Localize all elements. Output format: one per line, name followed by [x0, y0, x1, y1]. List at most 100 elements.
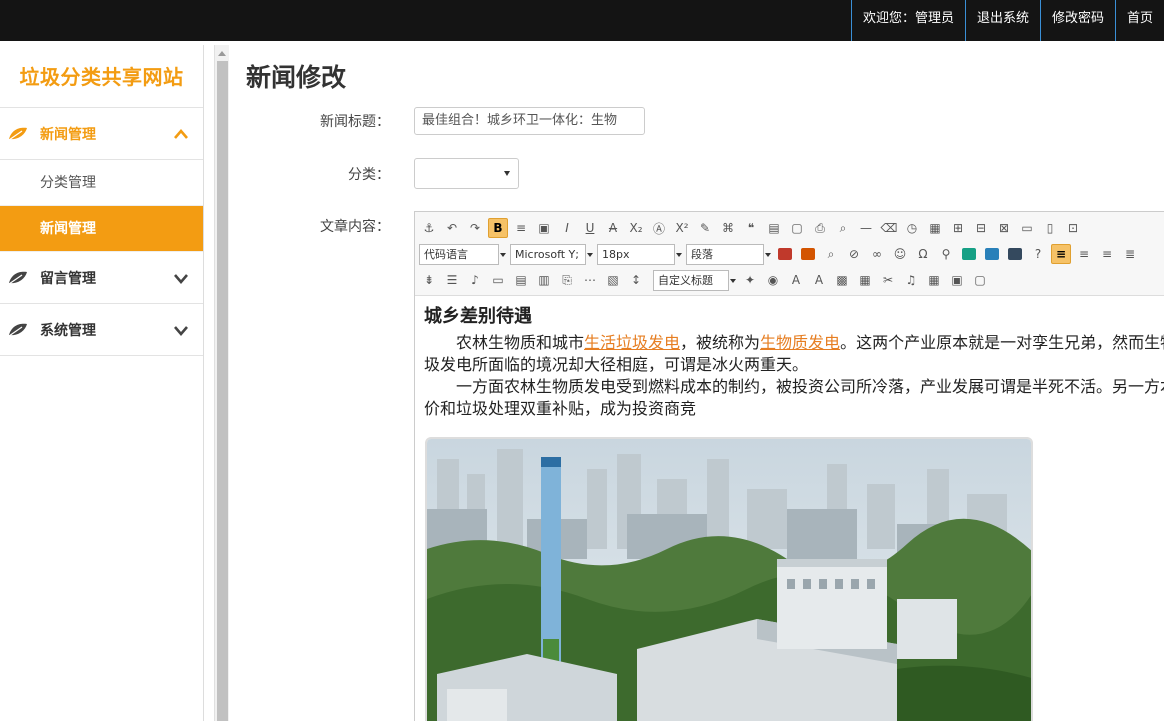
frame-scrollbar[interactable] [214, 45, 229, 721]
page-break-icon[interactable]: ⋯ [580, 270, 600, 290]
page-title: 新闻修改 [246, 63, 347, 92]
news-title-input[interactable]: 最佳组合！城乡环卫一体化：生物 [414, 107, 645, 135]
home-link[interactable]: 首页 [1114, 0, 1164, 41]
table-icon[interactable]: ⊞ [948, 218, 968, 238]
scrollbar-thumb[interactable] [217, 61, 228, 721]
align-center-icon[interactable]: ≡ [1074, 244, 1094, 264]
sidebar: 垃圾分类共享网站 新闻管理 分类管理 新闻管理 留言管理 系统管理 [0, 45, 204, 721]
frame-icon[interactable]: ▭ [488, 270, 508, 290]
font-increase-icon[interactable]: A [786, 270, 806, 290]
date-icon[interactable]: ▦ [925, 218, 945, 238]
article-image[interactable] [425, 437, 1033, 721]
word-image-icon[interactable]: ▧ [603, 270, 623, 290]
font-size-select[interactable]: 18px [597, 243, 682, 265]
align-left-icon[interactable]: ≡ [1051, 244, 1071, 264]
attachment-icon[interactable]: ⎘ [557, 270, 577, 290]
dropdown-arrow-icon [504, 171, 510, 176]
paragraph-select[interactable]: 段落 [686, 243, 771, 265]
print-icon[interactable]: ⎙ [810, 218, 830, 238]
template-icon[interactable]: ▤ [511, 270, 531, 290]
align-right-icon[interactable]: ≡ [1097, 244, 1117, 264]
paste-text-icon[interactable]: ▤ [764, 218, 784, 238]
preview-icon[interactable]: ⌕ [833, 218, 853, 238]
underline-icon[interactable]: U [580, 218, 600, 238]
editor-body[interactable]: 城乡差别待遇 农林生物质和城市生活垃圾发电，被统称为生物质发电。这两个产业原本就… [415, 296, 1164, 430]
sidebar-item-news[interactable]: 新闻管理 [0, 206, 203, 252]
link-icon[interactable]: ∞ [867, 244, 887, 264]
multi-image-icon[interactable] [798, 244, 818, 264]
font-border-icon[interactable]: Ⓐ [649, 218, 669, 238]
anchor-icon[interactable]: ⚓ [419, 218, 439, 238]
unlink-icon[interactable]: ⊘ [844, 244, 864, 264]
split-cells-icon[interactable]: ▯ [1040, 218, 1060, 238]
image-icon[interactable] [775, 244, 795, 264]
html-icon[interactable]: ⌘ [718, 218, 738, 238]
line-spacing-icon[interactable]: ⇟ [419, 270, 439, 290]
quote-icon[interactable]: ❝ [741, 218, 761, 238]
redo-icon[interactable]: ↷ [465, 218, 485, 238]
select-all-icon[interactable]: ▢ [787, 218, 807, 238]
video-icon[interactable] [1005, 244, 1025, 264]
snapscreen-icon[interactable]: ▥ [534, 270, 554, 290]
code-language-select[interactable]: 代码语言 [419, 243, 506, 265]
article-paragraph: 农林生物质和城市生活垃圾发电，被统称为生物质发电。这两个产业原本就是一对孪生兄弟… [424, 332, 1164, 376]
undo-icon[interactable]: ↶ [442, 218, 462, 238]
bold-icon[interactable]: B [488, 218, 508, 238]
search-icon[interactable]: ⚲ [936, 244, 956, 264]
font-decrease-icon[interactable]: A [809, 270, 829, 290]
justify-icon[interactable]: ≣ [1120, 244, 1140, 264]
sidebar-group-system[interactable]: 系统管理 [0, 304, 203, 356]
draft-icon[interactable]: ✂ [878, 270, 898, 290]
link-biomass-power[interactable]: 生物质发电 [760, 333, 840, 352]
eraser-icon[interactable]: ⌫ [879, 218, 899, 238]
link-garbage-power[interactable]: 生活垃圾发电 [584, 333, 680, 352]
screenshot-icon[interactable] [982, 244, 1002, 264]
change-password-link[interactable]: 修改密码 [1039, 0, 1115, 41]
italic-icon[interactable]: I [557, 218, 577, 238]
search-replace-icon[interactable]: ⌕ [821, 244, 841, 264]
insert-col-icon[interactable]: ⊠ [994, 218, 1014, 238]
subscript-icon[interactable]: X₂ [626, 218, 646, 238]
superscript-icon[interactable]: X² [672, 218, 692, 238]
sidebar-group-messages[interactable]: 留言管理 [0, 252, 203, 304]
scroll-up-arrow-icon[interactable] [218, 51, 226, 56]
chevron-up-icon [174, 128, 188, 139]
welcome-user-link[interactable]: 欢迎您：管理员 [850, 0, 965, 41]
custom-title-select[interactable]: 自定义标题 [653, 269, 736, 291]
sidebar-group-label: 新闻管理 [40, 126, 96, 143]
horizontal-rule-icon[interactable]: — [856, 218, 876, 238]
gallery-icon[interactable]: ▩ [832, 270, 852, 290]
font-family-select[interactable]: Microsoft Y; [510, 243, 593, 265]
blank-doc-icon[interactable]: ▢ [970, 270, 990, 290]
toolbar-row-1: ⚓ ↶ ↷ B ≡ ▣ I U A X₂ Ⓐ X² ✎ ⌘ ❝ ▤ ▢ ⎙ ⌕ … [419, 215, 1164, 241]
leaf-icon [8, 271, 27, 284]
logout-link[interactable]: 退出系统 [964, 0, 1040, 41]
sidebar-group-news[interactable]: 新闻管理 [0, 108, 203, 160]
time-icon[interactable]: ◷ [902, 218, 922, 238]
row-spacing-icon[interactable]: ↕ [626, 270, 646, 290]
magic-wand-icon[interactable]: ✦ [740, 270, 760, 290]
merge-cells-icon[interactable]: ▭ [1017, 218, 1037, 238]
main-content: 新闻修改 新闻标题： 最佳组合！城乡环卫一体化：生物 分类： 文章内容： ⚓ ↶… [230, 41, 1164, 721]
category-select[interactable] [414, 158, 519, 189]
emoji-icon[interactable]: ☺ [890, 244, 910, 264]
insert-row-icon[interactable]: ⊟ [971, 218, 991, 238]
delete-table-icon[interactable]: ⊡ [1063, 218, 1083, 238]
strikethrough-icon[interactable]: A [603, 218, 623, 238]
music-icon[interactable]: ♪ [465, 270, 485, 290]
sidebar-item-category[interactable]: 分类管理 [0, 160, 203, 206]
format-icon[interactable]: ≡ [511, 218, 531, 238]
help-icon[interactable]: ? [1028, 244, 1048, 264]
flash-icon[interactable]: ▦ [855, 270, 875, 290]
map-icon[interactable]: ◉ [763, 270, 783, 290]
sidebar-group-label: 系统管理 [40, 322, 96, 339]
image-manager-icon[interactable] [959, 244, 979, 264]
grid-icon[interactable]: ▦ [924, 270, 944, 290]
list-icon[interactable]: ☰ [442, 270, 462, 290]
image-insert-icon[interactable]: ▣ [534, 218, 554, 238]
format-brush-icon[interactable]: ✎ [695, 218, 715, 238]
audio-icon[interactable]: ♫ [901, 270, 921, 290]
special-char-icon[interactable]: Ω [913, 244, 933, 264]
chevron-down-icon [174, 273, 188, 284]
clipboard-icon[interactable]: ▣ [947, 270, 967, 290]
